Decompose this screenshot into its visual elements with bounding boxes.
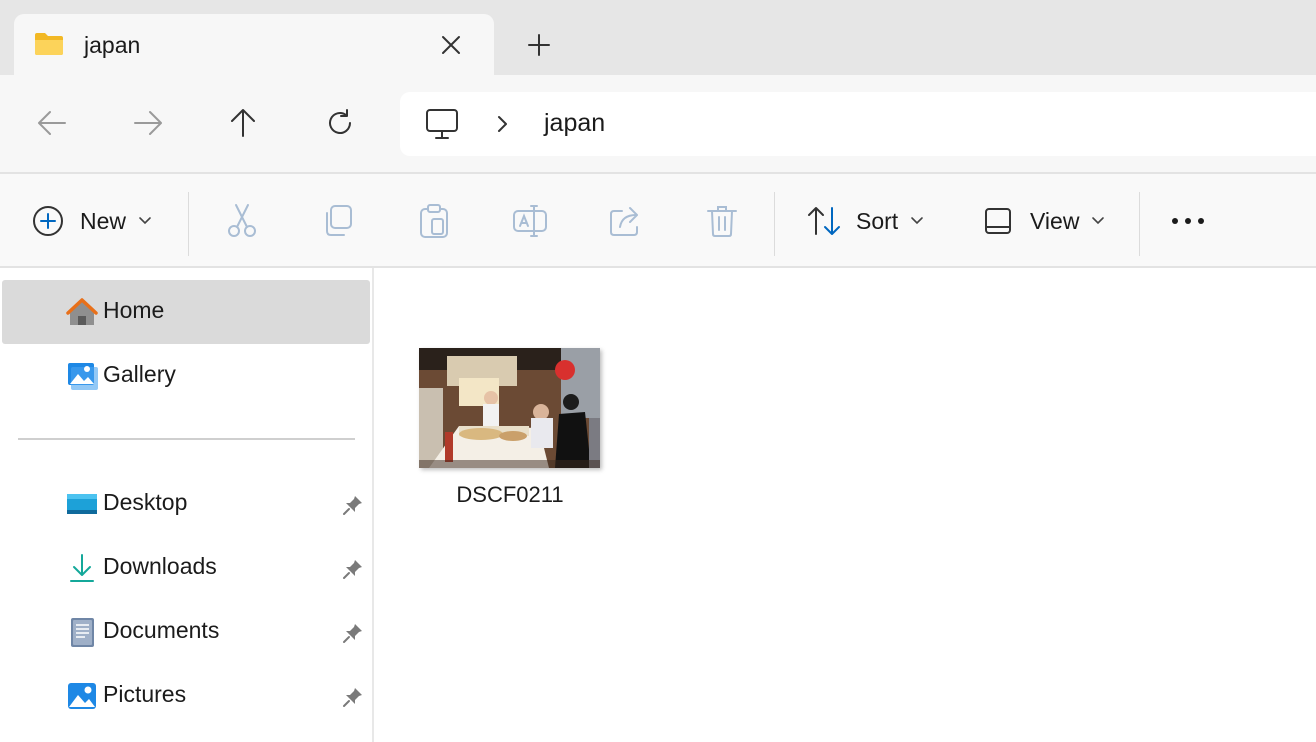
address-bar[interactable]: japan bbox=[400, 92, 1316, 156]
arrow-left-icon bbox=[38, 111, 66, 135]
sidebar-item-label: Gallery bbox=[103, 361, 176, 387]
arrow-right-icon bbox=[134, 111, 162, 135]
pin-icon[interactable] bbox=[342, 622, 364, 644]
ellipsis-icon bbox=[1172, 218, 1204, 224]
sidebar-item-label: Downloads bbox=[103, 553, 217, 579]
pin-icon[interactable] bbox=[342, 686, 364, 708]
share-icon bbox=[610, 207, 638, 236]
cut-icon bbox=[228, 204, 256, 237]
delete-icon bbox=[707, 206, 737, 237]
gallery-icon bbox=[68, 363, 98, 390]
navigation-bar: japan bbox=[0, 75, 1316, 172]
sidebar-item-downloads[interactable]: Downloads bbox=[2, 536, 370, 600]
desktop-icon bbox=[67, 494, 97, 514]
sidebar-item-home[interactable]: Home bbox=[2, 280, 370, 344]
back-button[interactable] bbox=[28, 99, 76, 147]
folder-icon bbox=[35, 33, 63, 55]
close-tab-button[interactable] bbox=[434, 28, 468, 62]
new-label: New bbox=[80, 207, 127, 234]
navigation-pane: Home Gallery Desktop Downloads Documents… bbox=[0, 268, 374, 742]
sidebar-item-label: Pictures bbox=[103, 681, 187, 707]
paste-icon bbox=[420, 204, 448, 238]
refresh-button[interactable] bbox=[316, 99, 364, 147]
sort-label: Sort bbox=[856, 207, 899, 234]
sidebar-item-pictures[interactable]: Pictures bbox=[2, 664, 370, 728]
view-button[interactable]: View bbox=[984, 198, 1105, 244]
sort-icon bbox=[808, 207, 840, 235]
forward-button[interactable] bbox=[124, 99, 172, 147]
sidebar-item-documents[interactable]: Documents bbox=[2, 600, 370, 664]
rename-button[interactable] bbox=[512, 198, 548, 244]
refresh-icon bbox=[329, 109, 351, 134]
pin-icon[interactable] bbox=[342, 494, 364, 516]
file-list: DSCF0211 bbox=[376, 268, 1316, 742]
file-name: DSCF0211 bbox=[456, 482, 564, 507]
file-item[interactable]: DSCF0211 bbox=[418, 348, 602, 518]
rename-icon bbox=[513, 205, 547, 237]
download-icon bbox=[70, 554, 94, 582]
sidebar-item-gallery[interactable]: Gallery bbox=[2, 344, 370, 408]
paste-button[interactable] bbox=[416, 198, 452, 244]
toolbar-divider bbox=[188, 192, 189, 256]
copy-button[interactable] bbox=[320, 198, 356, 244]
command-bar: New Sort View bbox=[0, 172, 1316, 268]
breadcrumb-japan[interactable]: japan bbox=[544, 109, 605, 138]
chevron-down-icon bbox=[1092, 217, 1105, 225]
view-icon bbox=[985, 208, 1011, 234]
new-tab-button[interactable] bbox=[520, 26, 558, 64]
sort-button[interactable]: Sort bbox=[806, 198, 924, 244]
chevron-right-icon[interactable] bbox=[492, 112, 512, 136]
view-label: View bbox=[1030, 207, 1080, 234]
home-icon bbox=[66, 298, 98, 325]
tab-japan[interactable]: japan bbox=[14, 14, 494, 76]
sidebar-item-desktop[interactable]: Desktop bbox=[2, 472, 370, 536]
plus-icon bbox=[528, 34, 550, 56]
toolbar-divider bbox=[774, 192, 775, 256]
plus-circle-icon bbox=[33, 206, 63, 236]
new-button[interactable]: New bbox=[32, 198, 152, 244]
chevron-down-icon bbox=[911, 217, 923, 225]
up-button[interactable] bbox=[219, 99, 267, 147]
pictures-icon bbox=[68, 683, 96, 709]
sidebar-item-label: Home bbox=[103, 297, 165, 323]
share-button[interactable] bbox=[608, 198, 644, 244]
pin-icon[interactable] bbox=[342, 558, 364, 580]
toolbar-divider bbox=[1139, 192, 1140, 256]
copy-icon bbox=[326, 205, 352, 236]
chevron-down-icon bbox=[139, 217, 151, 225]
sidebar-item-label: Desktop bbox=[103, 489, 188, 515]
cut-button[interactable] bbox=[224, 198, 260, 244]
close-icon bbox=[442, 36, 460, 54]
sidebar-item-label: Documents bbox=[103, 617, 220, 643]
documents-icon bbox=[71, 618, 94, 647]
this-pc-icon[interactable] bbox=[424, 106, 460, 142]
arrow-up-icon bbox=[231, 109, 255, 137]
delete-button[interactable] bbox=[704, 198, 740, 244]
image-thumbnail bbox=[419, 348, 600, 468]
title-bar: japan bbox=[0, 0, 1316, 76]
more-options-button[interactable] bbox=[1170, 198, 1206, 244]
sidebar-divider bbox=[18, 438, 355, 440]
tab-title: japan bbox=[84, 32, 141, 58]
